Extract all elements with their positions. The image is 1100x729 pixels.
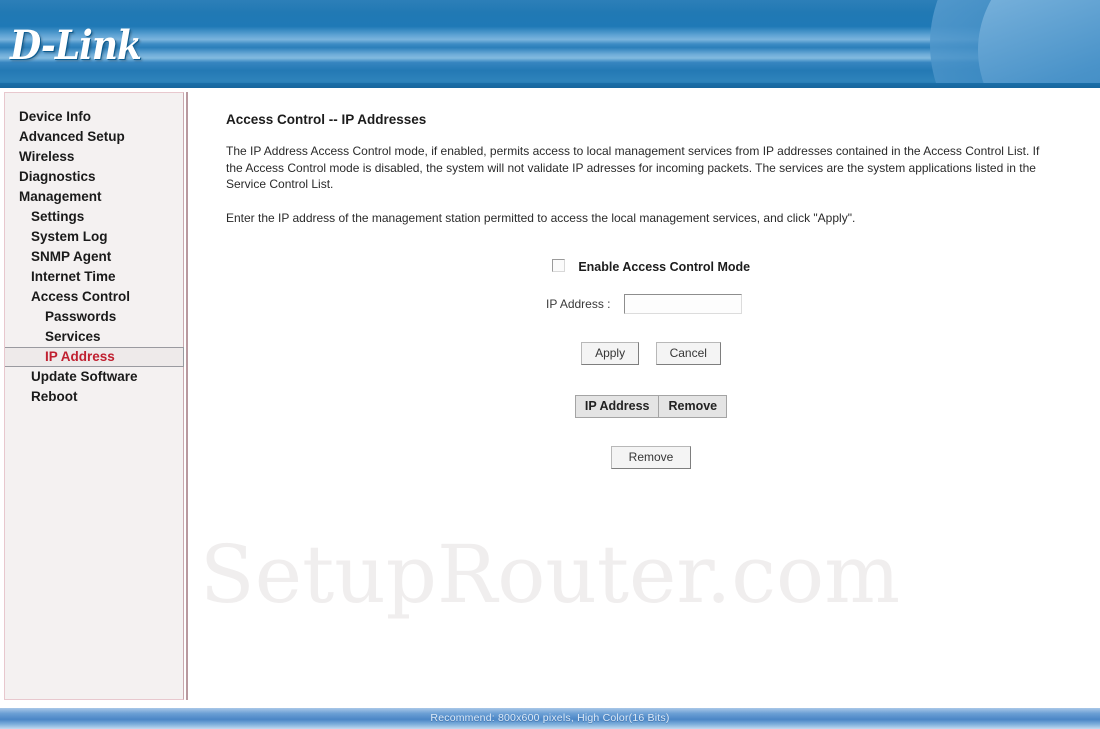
sidebar-item-diagnostics[interactable]: Diagnostics	[5, 167, 183, 187]
ip-address-table-wrapper: IP Address Remove	[196, 395, 1092, 418]
sidebar-item-list: Device Info Advanced Setup Wireless Diagnos…	[5, 93, 184, 407]
remove-button-row: Remove	[196, 446, 1092, 469]
sidebar-item-ip-address[interactable]: IP Address	[5, 347, 184, 367]
ip-address-row: IP Address :	[196, 294, 1092, 314]
column-header-ip-address: IP Address	[574, 395, 660, 418]
description-paragraph-1: The IP Address Access Control mode, if e…	[226, 144, 1040, 191]
footer-recommendation-text: Recommend: 800x600 pixels, High Color(16…	[430, 712, 670, 724]
enable-access-control-row[interactable]: Enable Access Control Mode	[551, 258, 751, 276]
apply-button[interactable]: Apply	[581, 342, 640, 365]
sidebar-item-internet-time[interactable]: Internet Time	[5, 267, 183, 287]
ip-address-label: IP Address :	[546, 297, 611, 311]
page-title: Access Control -- IP Addresses	[226, 112, 427, 127]
banner-swoosh-highlight	[978, 0, 1100, 88]
sidebar-item-reboot[interactable]: Reboot	[5, 387, 183, 407]
sidebar-item-update-software[interactable]: Update Software	[5, 367, 183, 387]
main-content: Access Control -- IP Addresses The IP Ad…	[196, 92, 1092, 700]
enable-access-control-checkbox[interactable]	[551, 259, 565, 272]
table-header-row: IP Address Remove	[574, 395, 728, 418]
ip-address-input[interactable]	[623, 294, 742, 314]
sidebar-item-advanced-setup[interactable]: Advanced Setup	[5, 127, 183, 147]
sidebar-item-system-log[interactable]: System Log	[5, 227, 183, 247]
footer-bar: Recommend: 800x600 pixels, High Color(16…	[0, 708, 1100, 729]
column-header-remove: Remove	[658, 395, 728, 418]
dlink-logo[interactable]: D-Link	[10, 22, 142, 69]
enable-access-control-label: Enable Access Control Mode	[578, 260, 751, 274]
sidebar-item-management[interactable]: Management	[5, 187, 183, 207]
sidebar-item-wireless[interactable]: Wireless	[5, 147, 183, 167]
sidebar-item-access-control[interactable]: Access Control	[5, 287, 183, 307]
sidebar-item-device-info[interactable]: Device Info	[5, 107, 183, 127]
sidebar-item-settings[interactable]: Settings	[5, 207, 183, 227]
access-control-form: Enable Access Control Mode IP Address : …	[196, 258, 1092, 469]
page-body: Device Info Advanced Setup Wireless Diagnos…	[0, 88, 1100, 708]
ip-address-table: IP Address Remove	[574, 395, 728, 418]
sidebar-divider	[186, 92, 188, 700]
header-banner: D-Link	[0, 0, 1100, 88]
cancel-button[interactable]: Cancel	[655, 342, 721, 365]
sidebar-nav: Device Info Advanced Setup Wireless Diagnos…	[4, 92, 184, 700]
description-paragraph-2: Enter the IP address of the management s…	[226, 210, 856, 225]
form-button-row: Apply Cancel	[196, 342, 1092, 365]
remove-button[interactable]: Remove	[610, 446, 692, 469]
sidebar-item-snmp-agent[interactable]: SNMP Agent	[5, 247, 183, 267]
sidebar-item-services[interactable]: Services	[5, 327, 183, 347]
sidebar-item-passwords[interactable]: Passwords	[5, 307, 183, 327]
